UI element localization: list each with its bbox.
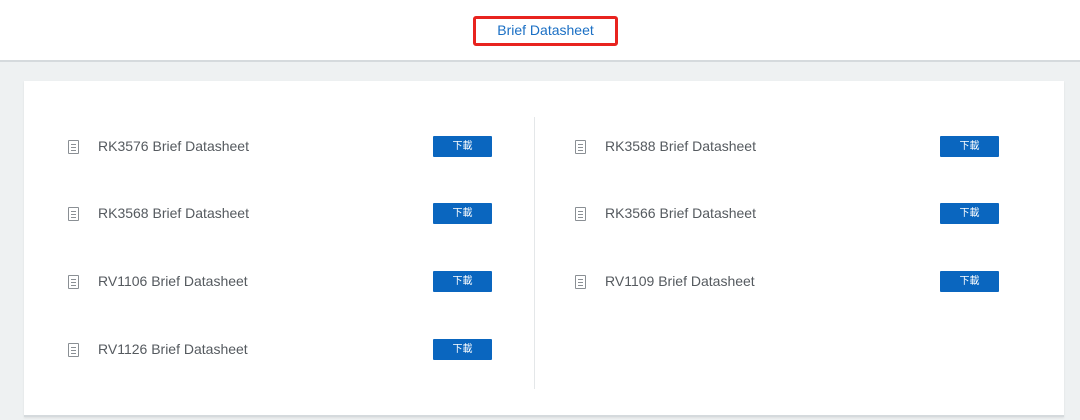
list-item: RV1126 Brief Datasheet 下載 — [68, 339, 538, 361]
datasheet-title: RV1106 Brief Datasheet — [98, 273, 248, 289]
datasheet-title: RK3576 Brief Datasheet — [98, 138, 249, 154]
document-icon — [68, 343, 79, 357]
list-item: RK3568 Brief Datasheet 下載 — [68, 203, 538, 225]
document-icon — [575, 140, 586, 154]
datasheet-title: RK3568 Brief Datasheet — [98, 205, 249, 221]
list-item: RV1109 Brief Datasheet 下載 — [575, 271, 1045, 293]
list-item: RK3588 Brief Datasheet 下載 — [575, 136, 1045, 158]
download-button[interactable]: 下載 — [940, 203, 999, 224]
top-tab-bar: Brief Datasheet — [0, 0, 1080, 62]
list-item: RV1106 Brief Datasheet 下載 — [68, 271, 538, 293]
download-button[interactable]: 下載 — [433, 136, 492, 157]
list-item: RK3566 Brief Datasheet 下載 — [575, 203, 1045, 225]
download-button[interactable]: 下載 — [940, 271, 999, 292]
tab-label: Brief Datasheet — [497, 22, 594, 38]
datasheet-title: RK3566 Brief Datasheet — [605, 205, 756, 221]
datasheet-title: RV1109 Brief Datasheet — [605, 273, 755, 289]
column-divider — [534, 117, 535, 389]
document-icon — [575, 275, 586, 289]
download-button[interactable]: 下載 — [940, 136, 999, 157]
datasheet-panel: RK3576 Brief Datasheet 下載 RK3568 Brief D… — [24, 81, 1064, 417]
download-button[interactable]: 下載 — [433, 203, 492, 224]
tab-brief-datasheet[interactable]: Brief Datasheet — [473, 16, 618, 46]
datasheet-title: RV1126 Brief Datasheet — [98, 341, 248, 357]
download-button[interactable]: 下載 — [433, 271, 492, 292]
document-icon — [68, 207, 79, 221]
document-icon — [68, 275, 79, 289]
document-icon — [575, 207, 586, 221]
document-icon — [68, 140, 79, 154]
download-button[interactable]: 下載 — [433, 339, 492, 360]
datasheet-title: RK3588 Brief Datasheet — [605, 138, 756, 154]
list-item: RK3576 Brief Datasheet 下載 — [68, 136, 538, 158]
